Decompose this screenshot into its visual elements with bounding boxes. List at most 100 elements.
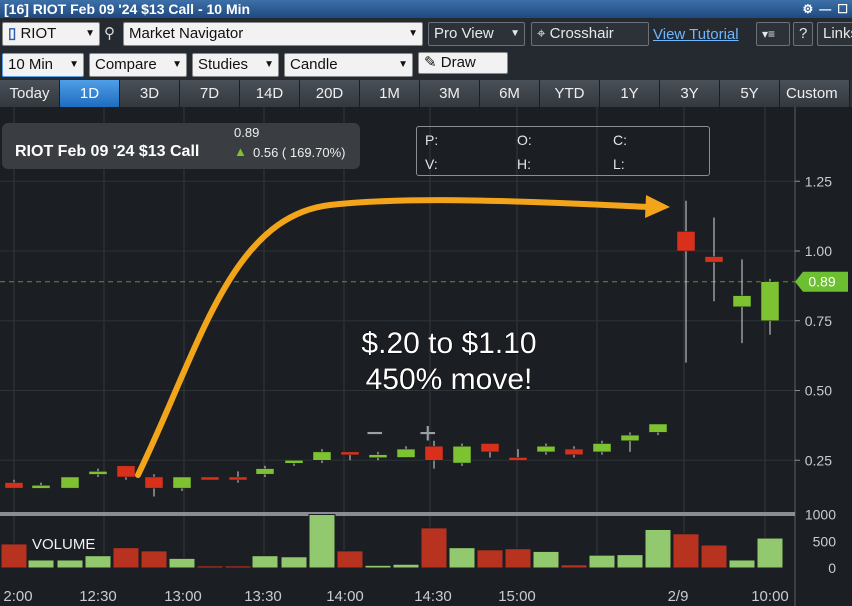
candle-body xyxy=(144,476,164,489)
volume-bar xyxy=(224,565,252,569)
gear-icon[interactable]: ⚙ xyxy=(802,0,813,18)
volume-tick-label: 500 xyxy=(813,533,837,549)
candle-body xyxy=(88,471,108,475)
range-tab-20d[interactable]: 20D xyxy=(300,80,360,107)
annotation-line-1: $.20 to $1.10 xyxy=(361,327,536,360)
volume-bar xyxy=(420,527,448,569)
volume-bar xyxy=(560,564,588,569)
quote-box: 0.89 RIOT Feb 09 '24 $13 Call ▲ 0.56 ( 1… xyxy=(2,123,360,169)
candle-body xyxy=(592,443,612,453)
chart-type-dropdown[interactable]: Candle xyxy=(284,53,413,77)
volume-bar xyxy=(84,555,112,569)
volume-label: VOLUME xyxy=(32,536,95,553)
candle-body xyxy=(508,457,528,461)
annotation-line-2: 450% move! xyxy=(366,363,533,396)
volume-bar xyxy=(168,557,196,569)
volume-bar xyxy=(112,547,140,569)
up-arrow-icon: ▲ xyxy=(234,144,247,159)
candle-body xyxy=(480,443,500,453)
range-tab-today[interactable]: Today xyxy=(0,80,60,107)
candle-body xyxy=(255,468,275,475)
range-tab-custom[interactable]: Custom xyxy=(780,80,850,107)
price-chart[interactable]: 1.25 1.00 0.75 0.50 0.25 1000 500 0 2:00 12:30 13:… xyxy=(0,107,852,606)
candle-body xyxy=(312,451,332,461)
ohlc-panel: P: O: C: V: H: L: xyxy=(416,126,710,176)
volume-bar xyxy=(56,559,84,569)
price-change: 0.56 ( 169.70%) xyxy=(253,145,346,160)
candle-body xyxy=(228,476,248,481)
ohlc-l: L: xyxy=(613,156,625,172)
volume-bar xyxy=(532,550,560,569)
range-tab-1y[interactable]: 1Y xyxy=(600,80,660,107)
candle-body xyxy=(732,295,752,308)
volume-bar xyxy=(448,547,476,569)
range-tab-5y[interactable]: 5Y xyxy=(720,80,780,107)
symbol-icon: ▯ xyxy=(8,25,17,42)
range-tab-14d[interactable]: 14D xyxy=(240,80,300,107)
x-tick-label: 2/9 xyxy=(668,588,689,605)
candle-body xyxy=(396,448,416,458)
crosshair-button[interactable]: ⌖ Crosshair xyxy=(531,22,649,46)
minimize-icon[interactable]: — xyxy=(819,0,831,18)
x-tick-label: 13:30 xyxy=(244,588,282,605)
draw-label: Draw xyxy=(440,54,476,71)
volume-bar xyxy=(0,543,28,569)
candle-body xyxy=(452,446,472,464)
menu-button[interactable]: ▾≡ xyxy=(756,22,790,46)
range-tab-1m[interactable]: 1M xyxy=(360,80,420,107)
x-tick-label: 13:00 xyxy=(164,588,202,605)
candle-body xyxy=(564,448,584,455)
range-tab-3d[interactable]: 3D xyxy=(120,80,180,107)
compare-dropdown[interactable]: Compare xyxy=(89,53,187,77)
x-tick-label: 14:30 xyxy=(414,588,452,605)
main-toolbar: ▯ RIOT ⚲ Market Navigator Pro View ⌖ Cro… xyxy=(0,18,852,49)
zoom-in-button[interactable]: + xyxy=(419,417,437,451)
window-controls: ⚙ — ☐ xyxy=(802,0,848,18)
candle-body xyxy=(368,454,388,458)
view-dropdown[interactable]: Pro View xyxy=(428,22,525,46)
x-tick-label: 2:00 xyxy=(3,588,32,605)
volume-bar xyxy=(644,528,672,569)
annotation-arrowhead xyxy=(645,195,670,218)
menu-icon: ▾≡ xyxy=(762,27,776,41)
chart-toolbar: 10 Min Compare Studies Candle ✎ Draw xyxy=(0,49,852,80)
candle-body xyxy=(620,434,640,441)
market-navigator-dropdown[interactable]: Market Navigator xyxy=(123,22,423,46)
search-icon[interactable]: ⚲ xyxy=(104,24,115,42)
window-title-bar: [16] RIOT Feb 09 '24 $13 Call - 10 Min ⚙… xyxy=(0,0,852,18)
maximize-icon[interactable]: ☐ xyxy=(837,0,848,18)
interval-dropdown[interactable]: 10 Min xyxy=(2,53,84,77)
volume-bar xyxy=(364,564,392,569)
volume-bar xyxy=(280,556,308,569)
zoom-out-button[interactable]: − xyxy=(366,417,384,451)
last-price-tag-label: 0.89 xyxy=(808,274,835,290)
range-tab-6m[interactable]: 6M xyxy=(480,80,540,107)
range-tab-3y[interactable]: 3Y xyxy=(660,80,720,107)
last-price: 0.89 xyxy=(234,125,260,140)
candle-body xyxy=(200,476,220,481)
ohlc-v: V: xyxy=(425,156,438,172)
candle-body xyxy=(536,446,556,453)
view-tutorial-link[interactable]: View Tutorial xyxy=(653,26,739,43)
candle-body xyxy=(676,231,696,252)
pencil-icon: ✎ xyxy=(424,54,437,71)
help-button[interactable]: ? xyxy=(793,22,813,46)
x-tick-label: 15:00 xyxy=(498,588,536,605)
range-tab-ytd[interactable]: YTD xyxy=(540,80,600,107)
draw-button[interactable]: ✎ Draw xyxy=(418,52,508,74)
volume-bar xyxy=(251,555,279,569)
symbol-selector[interactable]: ▯ RIOT xyxy=(2,22,100,46)
volume-bar xyxy=(336,550,364,569)
studies-dropdown[interactable]: Studies xyxy=(192,53,279,77)
candle-body xyxy=(704,256,724,263)
volume-bar xyxy=(27,559,55,569)
crosshair-label: Crosshair xyxy=(549,25,614,42)
range-tab-1d[interactable]: 1D xyxy=(60,80,120,107)
quote-name: RIOT Feb 09 '24 $13 Call xyxy=(15,143,200,160)
range-tab-3m[interactable]: 3M xyxy=(420,80,480,107)
volume-bar xyxy=(476,549,504,569)
window-title: [16] RIOT Feb 09 '24 $13 Call - 10 Min xyxy=(4,1,251,17)
links-button[interactable]: Links xyxy=(817,22,852,46)
volume-bar xyxy=(196,565,224,569)
range-tab-7d[interactable]: 7D xyxy=(180,80,240,107)
